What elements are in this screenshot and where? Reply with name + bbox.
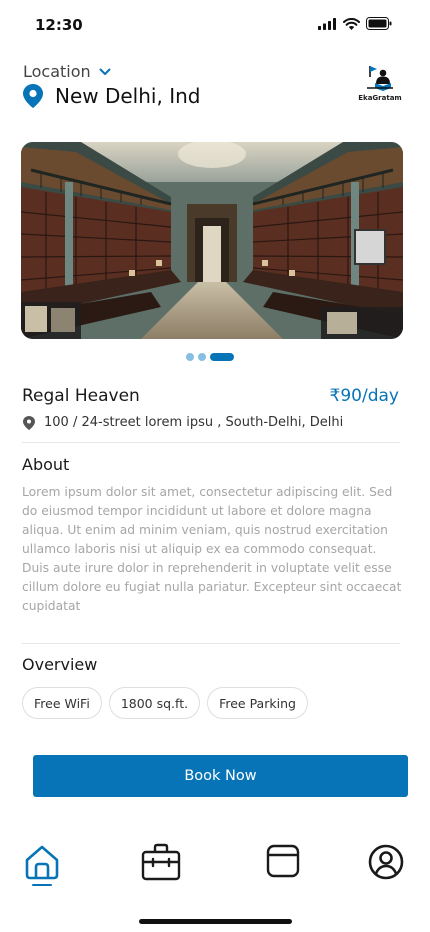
location-label: Location <box>23 62 91 81</box>
carousel-dot-active[interactable] <box>210 353 234 361</box>
about-heading: About <box>22 455 70 474</box>
nav-active-indicator <box>32 884 52 886</box>
divider <box>22 442 400 443</box>
location-pin-icon <box>23 84 43 108</box>
window-icon <box>266 844 300 878</box>
book-now-button[interactable]: Book Now <box>33 755 408 797</box>
nav-bookings[interactable] <box>141 843 181 887</box>
briefcase-icon <box>141 843 181 881</box>
home-indicator <box>139 919 292 924</box>
nav-home[interactable] <box>22 843 62 887</box>
status-bar: 12:30 <box>0 0 430 50</box>
reader-logo-icon <box>367 66 393 91</box>
profile-icon <box>368 844 404 880</box>
listing-address-row: 100 / 24-street lorem ipsu , South-Delhi… <box>23 415 343 430</box>
listing-photo-carousel[interactable] <box>21 142 403 339</box>
nav-saved[interactable] <box>263 843 303 887</box>
feature-chip-parking: Free Parking <box>207 687 308 719</box>
battery-icon <box>366 17 392 30</box>
feature-chip-wifi: Free WiFi <box>22 687 102 719</box>
chevron-down-icon <box>99 68 111 75</box>
wifi-icon <box>343 17 360 30</box>
location-city: New Delhi, Ind <box>55 84 201 108</box>
divider <box>22 643 400 644</box>
current-location[interactable]: New Delhi, Ind <box>23 84 200 108</box>
carousel-indicator <box>186 353 234 361</box>
signal-icon <box>318 17 336 30</box>
listing-price: ₹90/day <box>329 386 399 406</box>
feature-chips: Free WiFi 1800 sq.ft. Free Parking <box>22 687 308 719</box>
feature-chip-area: 1800 sq.ft. <box>108 687 201 719</box>
library-photo <box>21 142 403 339</box>
status-time: 12:30 <box>35 16 83 34</box>
carousel-dot[interactable] <box>186 353 194 361</box>
brand-name: EkaGratam <box>358 94 402 102</box>
status-icons <box>318 17 392 30</box>
overview-heading: Overview <box>22 655 98 674</box>
location-selector[interactable]: Location <box>23 62 111 81</box>
listing-title: Regal Heaven <box>22 386 140 406</box>
listing-address: 100 / 24-street lorem ipsu , South-Delhi… <box>44 415 344 430</box>
nav-profile[interactable] <box>366 843 406 887</box>
home-icon <box>25 845 59 880</box>
about-text: Lorem ipsum dolor sit amet, consectetur … <box>22 485 402 613</box>
location-pin-icon <box>23 415 35 430</box>
carousel-dot[interactable] <box>198 353 206 361</box>
brand-logo: EkaGratam <box>358 64 402 102</box>
